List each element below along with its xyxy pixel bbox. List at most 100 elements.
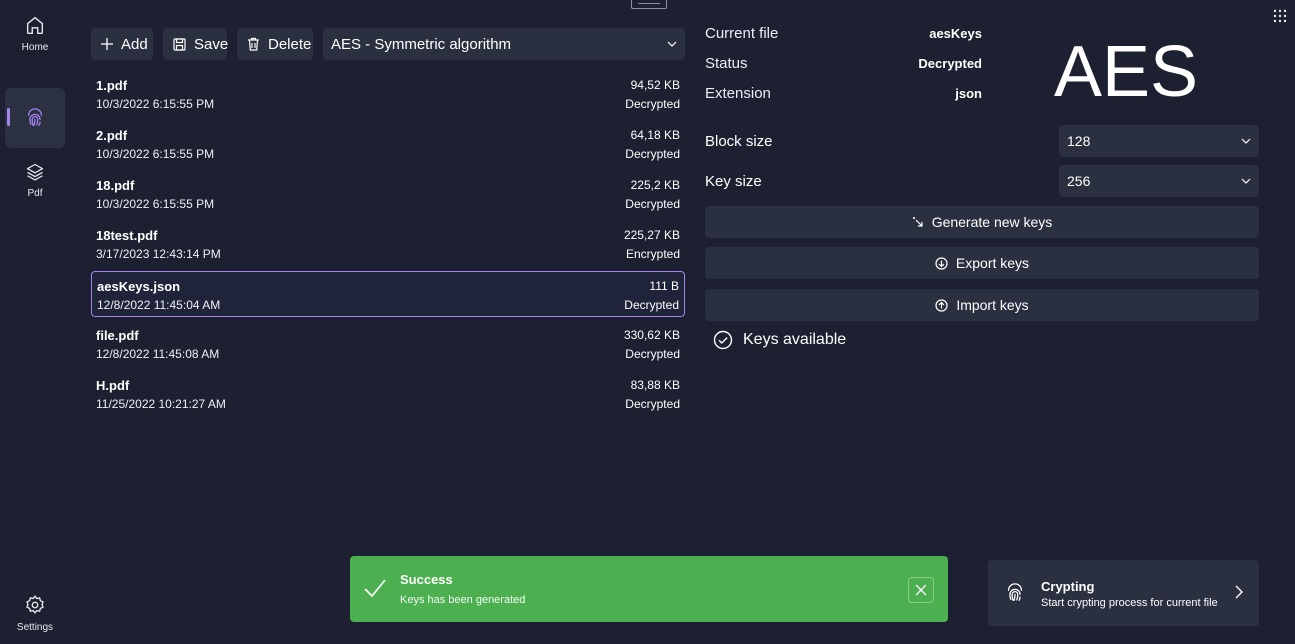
keys-status: Keys available: [713, 330, 846, 350]
algorithm-select[interactable]: AES - Symmetric algorithm: [323, 28, 685, 60]
block-size-value: 128: [1067, 133, 1091, 149]
file-size: 64,18 KB: [630, 128, 680, 142]
nav-crypto[interactable]: [5, 88, 65, 148]
chevron-down-icon: [667, 41, 677, 47]
current-file-label: Current file: [705, 25, 779, 42]
fingerprint-icon: [1004, 582, 1026, 604]
file-status: Decrypted: [625, 197, 680, 211]
file-status: Decrypted: [625, 147, 680, 161]
generate-keys-label: Generate new keys: [931, 214, 1053, 230]
delete-button[interactable]: Delete: [237, 28, 313, 60]
save-icon: [173, 37, 194, 51]
file-row[interactable]: H.pdf 11/25/2022 10:21:27 AM 83,88 KB De…: [91, 371, 685, 417]
nav-home[interactable]: Home: [5, 14, 65, 70]
export-keys-label: Export keys: [955, 255, 1030, 271]
file-row[interactable]: 2.pdf 10/3/2022 6:15:55 PM 64,18 KB Decr…: [91, 121, 685, 167]
file-name: 2.pdf: [96, 128, 128, 143]
toast-message: Keys has been generated: [400, 594, 526, 606]
file-status: Decrypted: [625, 397, 680, 411]
file-name: 1.pdf: [96, 78, 128, 93]
file-size: 94,52 KB: [630, 78, 680, 92]
add-button[interactable]: Add: [91, 28, 153, 60]
file-row[interactable]: file.pdf 12/8/2022 11:45:08 AM 330,62 KB…: [91, 321, 685, 367]
delete-button-label: Delete: [268, 35, 312, 53]
selection-indicator: [7, 108, 10, 126]
save-button-label: Save: [194, 35, 229, 53]
file-size: 83,88 KB: [630, 378, 680, 392]
toast-title: Success: [400, 572, 453, 587]
nav-settings[interactable]: Settings: [5, 594, 65, 640]
file-date: 12/8/2022 11:45:08 AM: [96, 347, 220, 361]
home-icon: [24, 14, 46, 36]
import-keys-button[interactable]: Import keys: [705, 289, 1259, 321]
chevron-right-icon: [1235, 585, 1243, 599]
trash-icon: [247, 37, 268, 51]
toast-close-button[interactable]: [908, 577, 934, 603]
add-button-label: Add: [121, 35, 148, 53]
crypting-title: Crypting: [1041, 579, 1095, 594]
file-date: 3/17/2023 12:43:14 PM: [96, 247, 221, 261]
block-size-select[interactable]: 128: [1059, 125, 1259, 157]
nav-pdf[interactable]: Pdf: [5, 162, 65, 212]
crypting-card[interactable]: Crypting Start crypting process for curr…: [988, 560, 1259, 626]
close-icon: [915, 584, 927, 596]
layers-icon: [25, 162, 45, 182]
generate-keys-button[interactable]: Generate new keys: [705, 206, 1259, 238]
save-button[interactable]: Save: [163, 28, 229, 60]
chevron-down-icon: [1241, 178, 1251, 184]
gear-icon: [24, 594, 46, 616]
file-name: H.pdf: [96, 378, 130, 393]
plus-icon: [101, 38, 121, 50]
file-status: Decrypted: [625, 97, 680, 111]
file-status: Decrypted: [625, 347, 680, 361]
extension-value: json: [955, 86, 982, 101]
file-name: 18.pdf: [96, 178, 135, 193]
key-size-label: Key size: [705, 173, 762, 190]
file-row[interactable]: 1.pdf 10/3/2022 6:15:55 PM 94,52 KB Decr…: [91, 71, 685, 117]
file-status: Encrypted: [625, 247, 680, 261]
file-date: 11/25/2022 10:21:27 AM: [96, 397, 226, 411]
keys-status-text: Keys available: [743, 331, 847, 348]
file-date: 10/3/2022 6:15:55 PM: [96, 97, 215, 111]
fingerprint-icon: [24, 107, 46, 129]
key-size-value: 256: [1067, 173, 1091, 189]
file-name: 18test.pdf: [96, 228, 158, 243]
nav-settings-label: Settings: [16, 622, 54, 633]
success-toast: Success Keys has been generated: [350, 556, 948, 622]
grid-menu-icon[interactable]: [1273, 9, 1287, 23]
import-keys-label: Import keys: [956, 297, 1029, 313]
key-size-select[interactable]: 256: [1059, 165, 1259, 197]
file-size: 111 B: [649, 279, 679, 293]
nav-home-label: Home: [21, 42, 49, 53]
sparkle-icon: [912, 216, 932, 228]
chevron-down-icon: [1241, 138, 1251, 144]
status-value: Decrypted: [918, 56, 982, 71]
checkmark-icon: [364, 578, 386, 598]
file-date: 12/8/2022 11:45:04 AM: [97, 298, 221, 312]
arrow-up-circle-icon: [935, 298, 956, 312]
file-date: 10/3/2022 6:15:55 PM: [96, 147, 215, 161]
file-row[interactable]: 18test.pdf 3/17/2023 12:43:14 PM 225,27 …: [91, 221, 685, 267]
navigation-rail: Home Pdf Settings: [0, 0, 72, 644]
file-list: 1.pdf 10/3/2022 6:15:55 PM 94,52 KB Decr…: [91, 71, 685, 421]
export-keys-button[interactable]: Export keys: [705, 247, 1259, 279]
algorithm-title: AES: [1054, 32, 1199, 112]
file-size: 225,2 KB: [630, 178, 680, 192]
file-row[interactable]: 18.pdf 10/3/2022 6:15:55 PM 225,2 KB Dec…: [91, 171, 685, 217]
file-size: 225,27 KB: [623, 228, 680, 242]
extension-label: Extension: [705, 85, 771, 102]
nav-pdf-label: Pdf: [27, 188, 43, 199]
file-status: Decrypted: [624, 298, 679, 312]
status-label: Status: [705, 55, 748, 72]
file-date: 10/3/2022 6:15:55 PM: [96, 197, 215, 211]
drag-handle[interactable]: [631, 0, 667, 9]
file-name: aesKeys.json: [97, 279, 181, 294]
check-circle-icon: [713, 330, 743, 350]
file-size: 330,62 KB: [623, 328, 680, 342]
file-name: file.pdf: [96, 328, 139, 343]
current-file-value: aesKeys: [929, 26, 982, 41]
crypting-description: Start crypting process for current file: [1041, 597, 1218, 609]
arrow-down-circle-icon: [935, 256, 956, 270]
file-row-selected[interactable]: aesKeys.json 12/8/2022 11:45:04 AM 111 B…: [91, 271, 685, 317]
algorithm-select-value: AES - Symmetric algorithm: [331, 35, 512, 53]
